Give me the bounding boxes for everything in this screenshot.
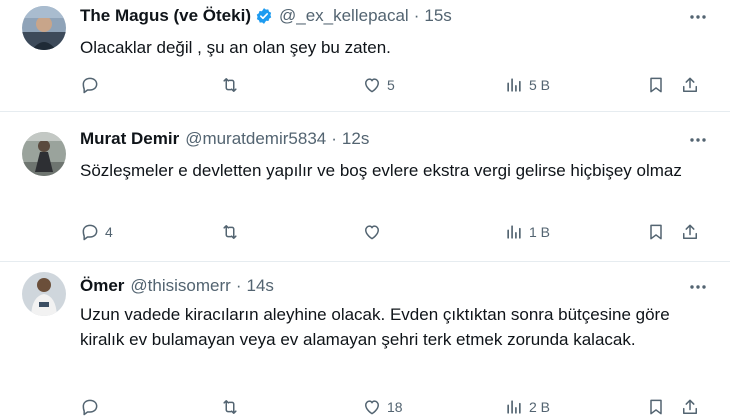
views-count: 2 B: [529, 399, 551, 415]
tweet-3[interactable]: Ömer @thisisomerr · 14s Uzun vadede kira…: [0, 262, 730, 420]
views-button[interactable]: 2 B: [504, 395, 550, 419]
retweet-icon: [220, 222, 240, 242]
separator-dot: ·: [235, 276, 242, 295]
tweet-header: Murat Demir @muratdemir5834 · 12s: [80, 129, 369, 149]
views-icon: [504, 397, 524, 417]
share-button[interactable]: [680, 395, 700, 419]
avatar[interactable]: [22, 6, 66, 50]
handle[interactable]: @muratdemir5834: [185, 129, 326, 149]
tweet-header: Ömer @thisisomerr · 14s: [80, 276, 274, 296]
tweet-text: Sözleşmeler e devletten yapılır ve boş e…: [80, 161, 682, 180]
views-count: 5 B: [529, 77, 551, 93]
tweet-actions: 5 5 B: [80, 73, 710, 97]
retweet-icon: [220, 397, 240, 417]
views-button[interactable]: 1 B: [504, 220, 550, 244]
reply-button[interactable]: [80, 395, 105, 419]
bookmark-button[interactable]: [646, 73, 666, 97]
views-button[interactable]: 5 B: [504, 73, 550, 97]
display-name[interactable]: Ömer: [80, 276, 124, 296]
like-icon: [362, 222, 382, 242]
reply-count: 4: [105, 224, 113, 240]
tweet-2[interactable]: Murat Demir @muratdemir5834 · 12s Sözleş…: [0, 112, 730, 260]
display-name[interactable]: Murat Demir: [80, 129, 179, 149]
display-name[interactable]: The Magus (ve Öteki): [80, 6, 251, 26]
share-button[interactable]: [680, 220, 700, 244]
reply-icon: [80, 397, 100, 417]
tweet-text: Uzun vadede kiracıların aleyhine olacak.…: [80, 305, 670, 349]
tweet-actions: 4 1 B: [80, 220, 710, 244]
handle[interactable]: @thisisomerr: [130, 276, 230, 296]
avatar[interactable]: [22, 272, 66, 316]
bookmark-button[interactable]: [646, 220, 666, 244]
like-button[interactable]: 18: [362, 395, 403, 419]
retweet-button[interactable]: [220, 220, 245, 244]
separator-dot: ·: [413, 6, 420, 25]
share-icon: [680, 397, 700, 417]
retweet-button[interactable]: [220, 73, 245, 97]
bookmark-button[interactable]: [646, 395, 666, 419]
reply-button[interactable]: 4: [80, 220, 113, 244]
tweet-text: Olacaklar değil , şu an olan şey bu zate…: [80, 38, 391, 57]
bookmark-icon: [646, 222, 666, 242]
like-count: 18: [387, 399, 403, 415]
avatar[interactable]: [22, 132, 66, 176]
more-icon[interactable]: [688, 130, 708, 150]
like-count: 5: [387, 77, 395, 93]
share-button[interactable]: [680, 73, 700, 97]
timestamp[interactable]: 14s: [246, 276, 273, 296]
reply-icon: [80, 75, 100, 95]
handle[interactable]: @_ex_kellepacal: [279, 6, 409, 26]
tweet-header: The Magus (ve Öteki) @_ex_kellepacal · 1…: [80, 6, 452, 26]
more-icon[interactable]: [688, 7, 708, 27]
share-icon: [680, 222, 700, 242]
share-icon: [680, 75, 700, 95]
reply-button[interactable]: [80, 73, 105, 97]
bookmark-icon: [646, 75, 666, 95]
like-button[interactable]: 5: [362, 73, 395, 97]
views-icon: [504, 222, 524, 242]
views-count: 1 B: [529, 224, 551, 240]
verified-icon: [255, 7, 273, 25]
timestamp[interactable]: 15s: [424, 6, 451, 26]
tweet-1[interactable]: The Magus (ve Öteki) @_ex_kellepacal · 1…: [0, 0, 730, 110]
more-icon[interactable]: [688, 277, 708, 297]
retweet-button[interactable]: [220, 395, 245, 419]
reply-icon: [80, 222, 100, 242]
separator-dot: ·: [331, 129, 337, 148]
like-icon: [362, 75, 382, 95]
like-button[interactable]: [362, 220, 387, 244]
views-icon: [504, 75, 524, 95]
retweet-icon: [220, 75, 240, 95]
like-icon: [362, 397, 382, 417]
timestamp[interactable]: 12s: [342, 129, 369, 149]
tweet-actions: 18 2 B: [80, 395, 710, 419]
bookmark-icon: [646, 397, 666, 417]
